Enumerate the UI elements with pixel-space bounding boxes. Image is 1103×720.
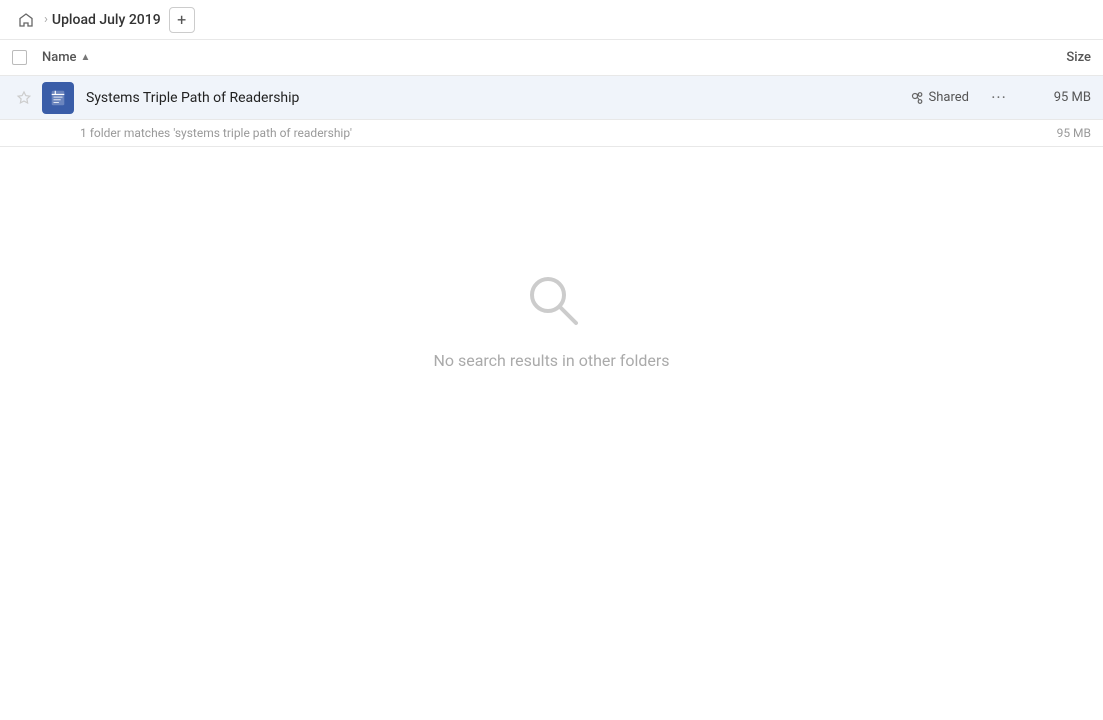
no-results-message: No search results in other folders xyxy=(433,351,669,370)
no-results-search-icon xyxy=(520,267,584,335)
size-column-header: Size xyxy=(1001,50,1091,65)
column-headers: Name ▲ Size xyxy=(0,40,1103,76)
more-options-button[interactable]: ··· xyxy=(985,84,1013,112)
sort-arrow-icon: ▲ xyxy=(81,52,91,63)
file-name-label: Systems Triple Path of Readership xyxy=(86,90,910,106)
table-row[interactable]: Systems Triple Path of Readership Shared… xyxy=(0,76,1103,120)
match-size-label: 95 MB xyxy=(1021,126,1091,140)
ellipsis-icon: ··· xyxy=(991,88,1007,107)
breadcrumb-bar: › Upload July 2019 + xyxy=(0,0,1103,40)
breadcrumb-upload-july[interactable]: Upload July 2019 xyxy=(52,12,161,28)
add-button[interactable]: + xyxy=(169,7,195,33)
name-column-header[interactable]: Name ▲ xyxy=(42,50,1001,65)
file-size-label: 95 MB xyxy=(1021,90,1091,105)
file-icon xyxy=(40,82,76,114)
select-all-checkbox[interactable] xyxy=(12,50,42,65)
star-button[interactable] xyxy=(12,90,36,106)
match-count-text: 1 folder matches 'systems triple path of… xyxy=(80,126,352,140)
home-button[interactable] xyxy=(12,6,40,34)
shared-badge: Shared xyxy=(910,90,969,105)
breadcrumb-separator: › xyxy=(44,12,48,27)
match-count-row: 1 folder matches 'systems triple path of… xyxy=(0,120,1103,147)
empty-state: No search results in other folders xyxy=(0,147,1103,370)
